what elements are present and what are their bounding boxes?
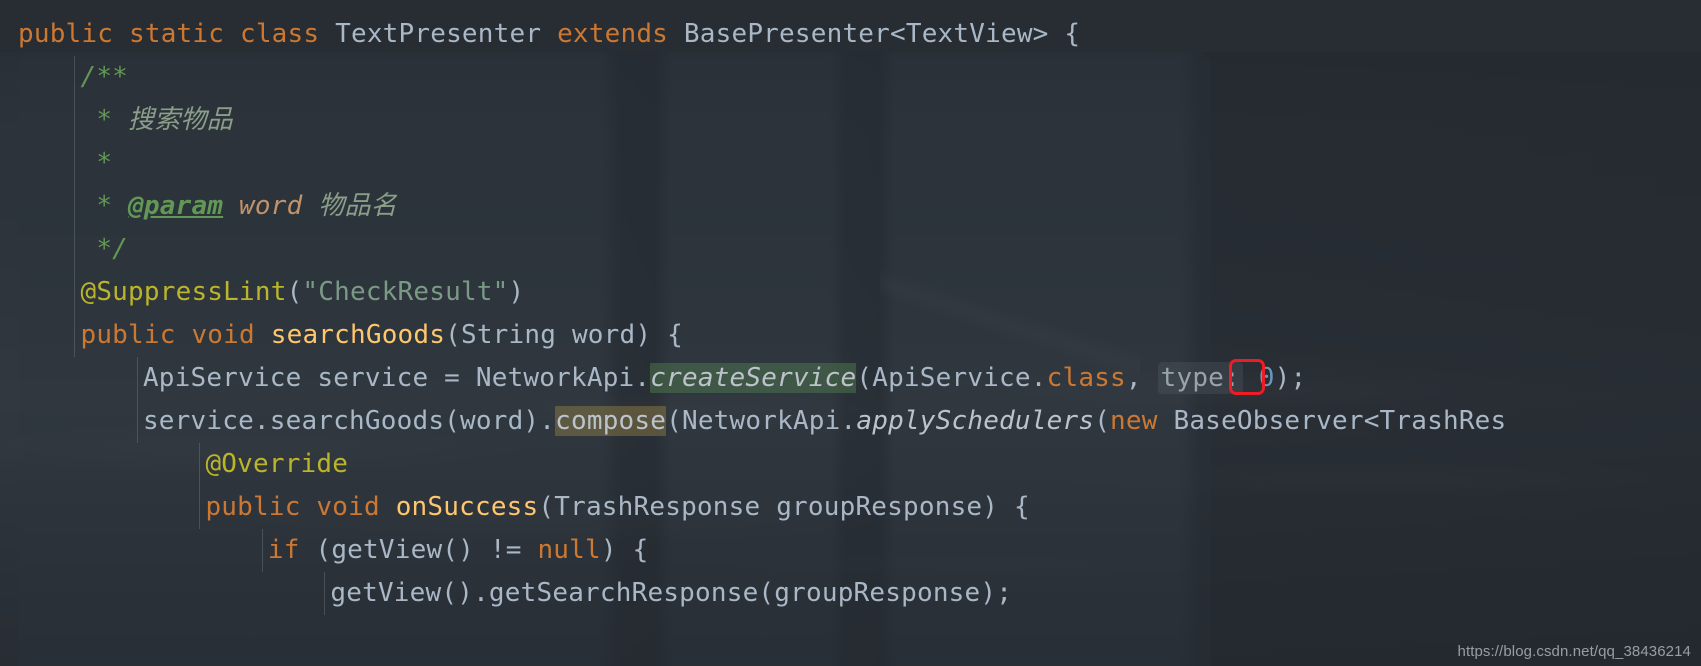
code-line: getView().getSearchResponse(groupRespons…	[330, 572, 1012, 615]
code-token: @Override	[205, 449, 349, 479]
code-token: extends	[557, 19, 669, 49]
code-line: service.searchGoods(word).compose(Networ…	[143, 400, 1506, 443]
code-token: (NetworkApi.	[666, 406, 857, 436]
code-token: *	[80, 191, 129, 221]
code-token: *	[80, 105, 129, 135]
code-line: @Override	[205, 443, 348, 486]
code-token: compose	[555, 406, 667, 436]
code-token: (	[286, 277, 303, 307]
code-token: public	[205, 492, 301, 522]
code-token: BasePresenter<TextView> {	[683, 19, 1081, 49]
indent-guide	[136, 357, 138, 443]
code-token: @SuppressLint	[80, 277, 287, 307]
indent-guide	[261, 529, 263, 572]
code-token: (	[1094, 406, 1111, 436]
code-line: public static class TextPresenter extend…	[18, 13, 1080, 56]
code-token: "CheckResult"	[302, 277, 509, 307]
indent-guide	[74, 56, 76, 357]
code-token: (ApiService.	[856, 363, 1047, 393]
indent-guide	[324, 572, 326, 615]
code-token: onSuccess	[395, 492, 539, 522]
code-token: type:	[1157, 362, 1243, 394]
code-token: ApiService service = NetworkApi.	[142, 363, 651, 393]
code-line: * @param word 物品名	[80, 185, 396, 228]
code-token: (String word) {	[445, 320, 683, 350]
code-token: if	[267, 535, 300, 565]
code-line: if (getView() != null) {	[268, 529, 649, 572]
code-token: createService	[650, 363, 857, 393]
watermark-url: https://blog.csdn.net/qq_38436214	[1457, 643, 1691, 660]
code-token: static	[128, 19, 225, 49]
indent-guide	[199, 443, 201, 529]
code-line: public void onSuccess(TrashResponse grou…	[205, 486, 1029, 529]
code-token: void	[191, 320, 255, 350]
code-token: 物品名	[318, 191, 397, 221]
code-token: public	[80, 320, 176, 350]
code-line: *	[80, 142, 112, 185]
code-line: @SuppressLint("CheckResult")	[80, 271, 524, 314]
code-token: public	[18, 19, 114, 49]
code-line: */	[80, 228, 128, 271]
code-token: ) {	[600, 535, 649, 565]
code-token: null	[537, 535, 601, 565]
code-line: /**	[80, 56, 128, 99]
code-token: TextPresenter	[335, 19, 542, 49]
code-line: * 搜索物品	[80, 99, 232, 142]
code-token: );	[1274, 363, 1307, 393]
code-token: BaseObserver<TrashRes	[1157, 406, 1507, 436]
code-token: new	[1110, 406, 1158, 436]
code-token: service.searchGoods(word).	[142, 406, 556, 436]
code-token: )	[508, 277, 525, 307]
code-token: (TrashResponse groupResponse) {	[538, 492, 1030, 522]
code-token: getView().getSearchResponse(groupRespons…	[330, 578, 1013, 608]
code-token: (getView() !=	[299, 535, 538, 565]
code-token: 0	[1258, 363, 1275, 393]
code-token: void	[316, 492, 380, 522]
code-token: searchGoods	[270, 320, 446, 350]
code-token: 搜索物品	[128, 105, 233, 135]
code-editor-text-area[interactable]: public static class TextPresenter extend…	[0, 0, 1701, 666]
code-token: /**	[80, 62, 129, 92]
code-token: class	[239, 19, 320, 49]
editor-screenshot: public static class TextPresenter extend…	[0, 0, 1701, 666]
code-token: *	[80, 148, 113, 178]
code-token: word	[239, 191, 303, 221]
code-token: */	[80, 234, 129, 264]
code-token: ,	[1125, 363, 1158, 393]
code-token: applySchedulers	[856, 406, 1095, 436]
code-line: public void searchGoods(String word) {	[80, 314, 682, 357]
code-token: @param	[128, 191, 224, 221]
code-line: ApiService service = NetworkApi.createSe…	[143, 357, 1306, 400]
code-token: class	[1046, 363, 1126, 393]
